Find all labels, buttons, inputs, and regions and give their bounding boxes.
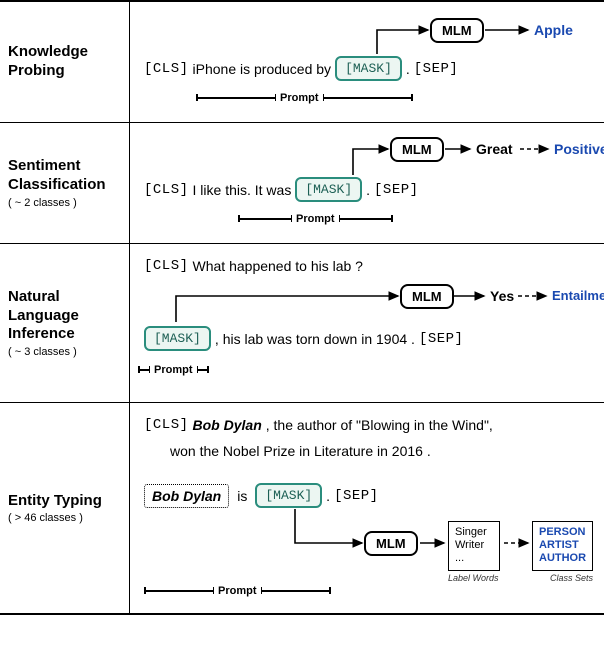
is-word: is: [237, 488, 247, 504]
sep-token: [SEP]: [414, 61, 459, 77]
prompt-bracket: Prompt: [144, 585, 331, 597]
mask-token: [MASK]: [295, 177, 362, 202]
sentence-text: iPhone is produced by: [193, 61, 332, 77]
row-label-col: Natural Language Inference ( ~ 3 classes…: [0, 244, 130, 402]
row-sentiment: Sentiment Classification ( ~ 2 classes )…: [0, 123, 604, 244]
prompt-label: Prompt: [296, 213, 335, 225]
row-title: Sentiment Classification: [8, 157, 121, 195]
mlm-box: MLM: [400, 284, 454, 309]
row-subtitle: ( ~ 3 classes ): [8, 346, 121, 358]
cls-token: [CLS]: [144, 61, 189, 77]
prompt-diagram-figure: Knowledge Probing MLM Apple [CLS] iPhone…: [0, 0, 604, 615]
mask-token: [MASK]: [144, 326, 211, 351]
mlm-box: MLM: [390, 137, 444, 162]
mlm-box: MLM: [430, 18, 484, 43]
period: .: [326, 488, 330, 504]
row-title: Entity Typing: [8, 492, 121, 511]
cls-token: [CLS]: [144, 182, 189, 198]
cls-token: [CLS]: [144, 258, 189, 274]
output-prediction: Apple: [534, 22, 573, 38]
mask-token: [MASK]: [335, 56, 402, 81]
sentence-part2: won the Nobel Prize in Literature in 201…: [170, 443, 431, 459]
mlm-box: MLM: [364, 531, 418, 556]
row-content: [CLS] Bob Dylan , the author of "Blowing…: [130, 403, 604, 613]
output-word: Yes: [490, 288, 514, 304]
row-title: Natural Language Inference: [8, 288, 121, 344]
prompt-bracket: Prompt: [138, 364, 209, 376]
mask-token: [MASK]: [255, 483, 322, 508]
row-label-col: Entity Typing ( > 46 classes ): [0, 403, 130, 613]
prompt-label: Prompt: [218, 585, 257, 597]
sep-token: [SEP]: [419, 331, 464, 347]
label-words-box: Singer Writer ...: [448, 521, 500, 571]
output-class: Positive: [554, 141, 604, 157]
label-words-caption: Label Words: [448, 573, 500, 583]
class-sets-caption: Class Sets: [532, 573, 593, 583]
prompt-bracket: Prompt: [238, 213, 393, 225]
row-content: MLM Great Positive [CLS] I like this. It…: [130, 123, 604, 243]
period: .: [366, 182, 370, 198]
sep-token: [SEP]: [334, 488, 379, 504]
hypothesis-text: his lab was torn down in 1904 .: [223, 331, 415, 347]
row-subtitle: ( > 46 classes ): [8, 512, 121, 524]
prompt-label: Prompt: [154, 364, 193, 376]
entity-prompt-box: Bob Dylan: [144, 484, 229, 508]
class-sets-box: PERSON ARTIST AUTHOR: [532, 521, 593, 571]
cls-token: [CLS]: [144, 417, 189, 433]
sentence-part1: , the author of "Blowing in the Wind",: [266, 417, 493, 433]
sentence-text: I like this. It was: [193, 182, 292, 198]
row-title: Knowledge Probing: [8, 43, 121, 81]
output-word: Great: [476, 141, 513, 157]
output-class: Entailment: [552, 288, 604, 303]
comma: ,: [215, 331, 219, 347]
row-label-col: Knowledge Probing: [0, 2, 130, 122]
prompt-label: Prompt: [280, 92, 319, 104]
row-content: MLM Apple [CLS] iPhone is produced by [M…: [130, 2, 604, 122]
entity-mention: Bob Dylan: [193, 417, 262, 433]
row-knowledge-probing: Knowledge Probing MLM Apple [CLS] iPhone…: [0, 2, 604, 123]
sep-token: [SEP]: [374, 182, 419, 198]
row-nli: Natural Language Inference ( ~ 3 classes…: [0, 244, 604, 403]
row-subtitle: ( ~ 2 classes ): [8, 197, 121, 209]
period: .: [406, 61, 410, 77]
row-content: [CLS] What happened to his lab ? MLM Yes…: [130, 244, 604, 402]
premise-text: What happened to his lab ?: [193, 258, 363, 274]
row-label-col: Sentiment Classification ( ~ 2 classes ): [0, 123, 130, 243]
prompt-bracket: Prompt: [196, 92, 413, 104]
row-entity-typing: Entity Typing ( > 46 classes ) [CLS] Bo: [0, 403, 604, 613]
